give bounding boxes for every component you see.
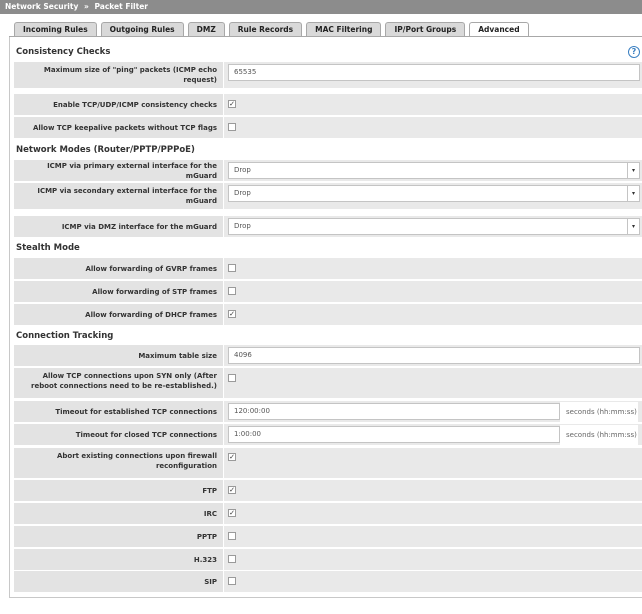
breadcrumb-section[interactable]: Network Security <box>5 2 78 11</box>
row-irc: IRC ✓ <box>14 503 642 524</box>
max-table-label: Maximum table size <box>14 345 223 366</box>
ping-size-input[interactable]: 65535 <box>228 64 640 81</box>
tab-bar: Incoming Rules Outgoing Rules DMZ Rule R… <box>14 22 529 38</box>
breadcrumb-separator: » <box>83 2 89 11</box>
row-icmp-dmz: ICMP via DMZ interface for the mGuard Dr… <box>14 216 642 237</box>
breadcrumb: Network Security » Packet Filter <box>0 0 642 14</box>
established-label: Timeout for established TCP connections <box>14 401 223 422</box>
icmp-dmz-label: ICMP via DMZ interface for the mGuard <box>14 216 223 237</box>
icmp-primary-label: ICMP via primary external interface for … <box>14 160 223 181</box>
pptp-checkbox[interactable] <box>228 532 236 540</box>
icmp-dmz-value: Drop <box>234 222 251 230</box>
stp-label: Allow forwarding of STP frames <box>14 281 223 302</box>
ftp-checkbox[interactable]: ✓ <box>228 486 236 494</box>
dhcp-label: Allow forwarding of DHCP frames <box>14 304 223 325</box>
stp-checkbox[interactable] <box>228 287 236 295</box>
pptp-label: PPTP <box>14 526 223 547</box>
syn-only-checkbox[interactable] <box>228 374 236 382</box>
syn-only-label: Allow TCP connections upon SYN only (Aft… <box>14 368 223 398</box>
icmp-secondary-select[interactable]: Drop ▾ <box>228 185 640 202</box>
abort-label: Abort existing connections upon firewall… <box>14 448 223 478</box>
sip-checkbox[interactable] <box>228 577 236 585</box>
row-pptp: PPTP <box>14 526 642 547</box>
icmp-dmz-select[interactable]: Drop ▾ <box>228 218 640 235</box>
section-connection-tracking: Connection Tracking <box>16 331 114 341</box>
chevron-down-icon[interactable]: ▾ <box>627 219 639 234</box>
row-icmp-primary: ICMP via primary external interface for … <box>14 160 642 181</box>
closed-timeout-input[interactable]: 1:00:00 <box>228 426 560 443</box>
irc-checkbox[interactable]: ✓ <box>228 509 236 517</box>
tab-mac-filtering[interactable]: MAC Filtering <box>306 22 382 37</box>
row-consistency-checks: Enable TCP/UDP/ICMP consistency checks ✓ <box>14 94 642 115</box>
established-unit: seconds (hh:mm:ss) <box>560 401 638 422</box>
ftp-label: FTP <box>14 480 223 501</box>
enable-checks-label: Enable TCP/UDP/ICMP consistency checks <box>14 94 223 115</box>
section-network-modes: Network Modes (Router/PPTP/PPPoE) <box>16 145 195 155</box>
sip-label: SIP <box>14 571 223 592</box>
icmp-secondary-value: Drop <box>234 189 251 197</box>
help-icon[interactable]: ? <box>628 46 640 58</box>
row-ftp: FTP ✓ <box>14 480 642 501</box>
tab-dmz[interactable]: DMZ <box>187 22 225 37</box>
gvrp-checkbox[interactable] <box>228 264 236 272</box>
h323-label: H.323 <box>14 549 223 570</box>
tab-outgoing-rules[interactable]: Outgoing Rules <box>100 22 184 37</box>
section-stealth-mode: Stealth Mode <box>16 243 80 253</box>
tab-ip-port-groups[interactable]: IP/Port Groups <box>385 22 466 37</box>
row-keepalive: Allow TCP keepalive packets without TCP … <box>14 117 642 138</box>
row-max-table-size: Maximum table size 4096 <box>14 345 642 366</box>
tab-incoming-rules[interactable]: Incoming Rules <box>14 22 97 37</box>
gvrp-label: Allow forwarding of GVRP frames <box>14 258 223 279</box>
max-table-input[interactable]: 4096 <box>228 347 640 364</box>
enable-checks-checkbox[interactable]: ✓ <box>228 100 236 108</box>
section-consistency-checks: Consistency Checks <box>16 47 111 57</box>
breadcrumb-page: Packet Filter <box>94 2 148 11</box>
closed-label: Timeout for closed TCP connections <box>14 424 223 445</box>
icmp-secondary-label: ICMP via secondary external interface fo… <box>14 183 223 209</box>
keepalive-label: Allow TCP keepalive packets without TCP … <box>14 117 223 138</box>
row-abort-connections: Abort existing connections upon firewall… <box>14 448 642 478</box>
row-established-timeout: Timeout for established TCP connections … <box>14 401 642 422</box>
row-syn-only: Allow TCP connections upon SYN only (Aft… <box>14 368 642 398</box>
row-h323: H.323 <box>14 549 642 570</box>
established-timeout-input[interactable]: 120:00:00 <box>228 403 560 420</box>
chevron-down-icon[interactable]: ▾ <box>627 163 639 178</box>
closed-unit: seconds (hh:mm:ss) <box>560 424 638 445</box>
row-closed-timeout: Timeout for closed TCP connections 1:00:… <box>14 424 642 445</box>
h323-checkbox[interactable] <box>228 555 236 563</box>
icmp-primary-select[interactable]: Drop ▾ <box>228 162 640 179</box>
chevron-down-icon[interactable]: ▾ <box>627 186 639 201</box>
tab-rule-records[interactable]: Rule Records <box>228 22 303 37</box>
keepalive-checkbox[interactable] <box>228 123 236 131</box>
icmp-primary-value: Drop <box>234 166 251 174</box>
irc-label: IRC <box>14 503 223 524</box>
dhcp-checkbox[interactable]: ✓ <box>228 310 236 318</box>
row-icmp-secondary: ICMP via secondary external interface fo… <box>14 183 642 209</box>
row-sip: SIP <box>14 571 642 592</box>
row-stp: Allow forwarding of STP frames <box>14 281 642 302</box>
ping-size-label: Maximum size of "ping" packets (ICMP ech… <box>14 62 223 88</box>
row-gvrp: Allow forwarding of GVRP frames <box>14 258 642 279</box>
row-ping-size: Maximum size of "ping" packets (ICMP ech… <box>14 62 642 88</box>
row-dhcp: Allow forwarding of DHCP frames ✓ <box>14 304 642 325</box>
abort-checkbox[interactable]: ✓ <box>228 453 236 461</box>
